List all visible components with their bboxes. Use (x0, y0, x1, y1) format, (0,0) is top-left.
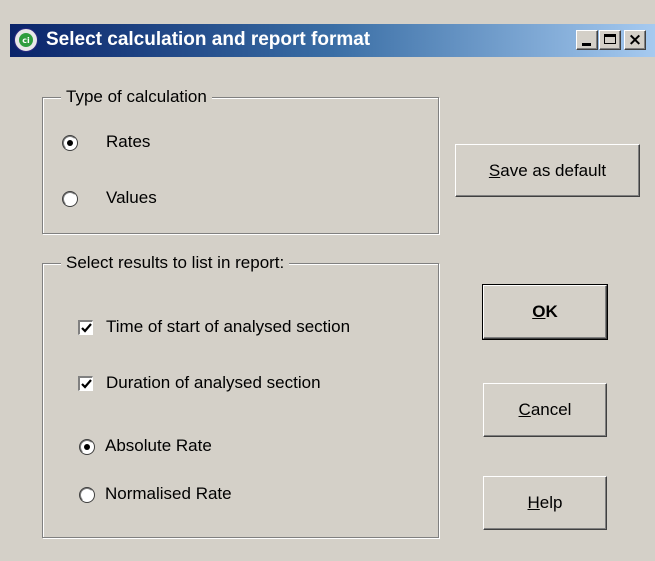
mnemonic-letter: S (488, 160, 501, 180)
label-rest: K (545, 302, 558, 321)
radio-selected-dot (84, 444, 90, 450)
label-rest: ancel (530, 400, 572, 419)
radio-values-label: Values (106, 188, 157, 207)
checkbox-box[interactable] (78, 376, 93, 391)
radio-button[interactable] (63, 136, 77, 150)
minimize-icon (582, 43, 591, 46)
calculation-type-title: Type of calculation (61, 87, 212, 107)
radio-selected-dot (67, 140, 73, 146)
cancel-button[interactable]: Cancel (483, 383, 607, 437)
label-rest: ave as default (500, 160, 607, 180)
report-results-title: Select results to list in report: (61, 253, 290, 273)
ok-button[interactable]: OK (482, 284, 608, 340)
dialog-window: ci Select calculation and report format … (0, 0, 655, 561)
save-as-default-label: Save as default (489, 161, 606, 181)
close-button[interactable]: × (624, 30, 646, 50)
mnemonic-letter: C (518, 400, 531, 419)
save-as-default-button[interactable]: Save as default (455, 144, 640, 197)
app-logo-text: ci (19, 33, 33, 47)
radio-absolute-rate-label: Absolute Rate (105, 436, 212, 455)
radio-rates-label: Rates (106, 132, 151, 151)
mnemonic-letter: O (532, 302, 546, 321)
radio-normalised-rate-label: Normalised Rate (105, 484, 232, 503)
checkbox-box[interactable] (78, 320, 93, 335)
help-button[interactable]: Help (483, 476, 607, 530)
close-icon: × (627, 30, 643, 50)
report-results-group: Select results to list in report: Time o… (42, 253, 439, 538)
label-rest: elp (539, 493, 563, 512)
cancel-label: Cancel (519, 400, 572, 420)
checkmark-icon (81, 323, 92, 333)
radio-button[interactable] (80, 440, 94, 454)
maximize-button[interactable] (599, 30, 621, 50)
checkmark-icon (81, 379, 92, 389)
window-title: Select calculation and report format (46, 29, 371, 50)
minimize-button[interactable] (576, 30, 598, 50)
radio-button[interactable] (80, 488, 94, 502)
mnemonic-letter: H (527, 493, 540, 512)
title-bar[interactable]: ci Select calculation and report format … (10, 24, 655, 57)
app-logo-icon[interactable]: ci (14, 28, 38, 52)
help-label: Help (528, 493, 563, 513)
checkbox-duration-label: Duration of analysed section (106, 373, 321, 392)
checkbox-time-of-start-label: Time of start of analysed section (106, 317, 351, 336)
ok-label: OK (532, 302, 558, 322)
maximize-icon (604, 34, 616, 44)
radio-button[interactable] (63, 192, 77, 206)
calculation-type-group: Type of calculation Rates Values (42, 87, 439, 234)
